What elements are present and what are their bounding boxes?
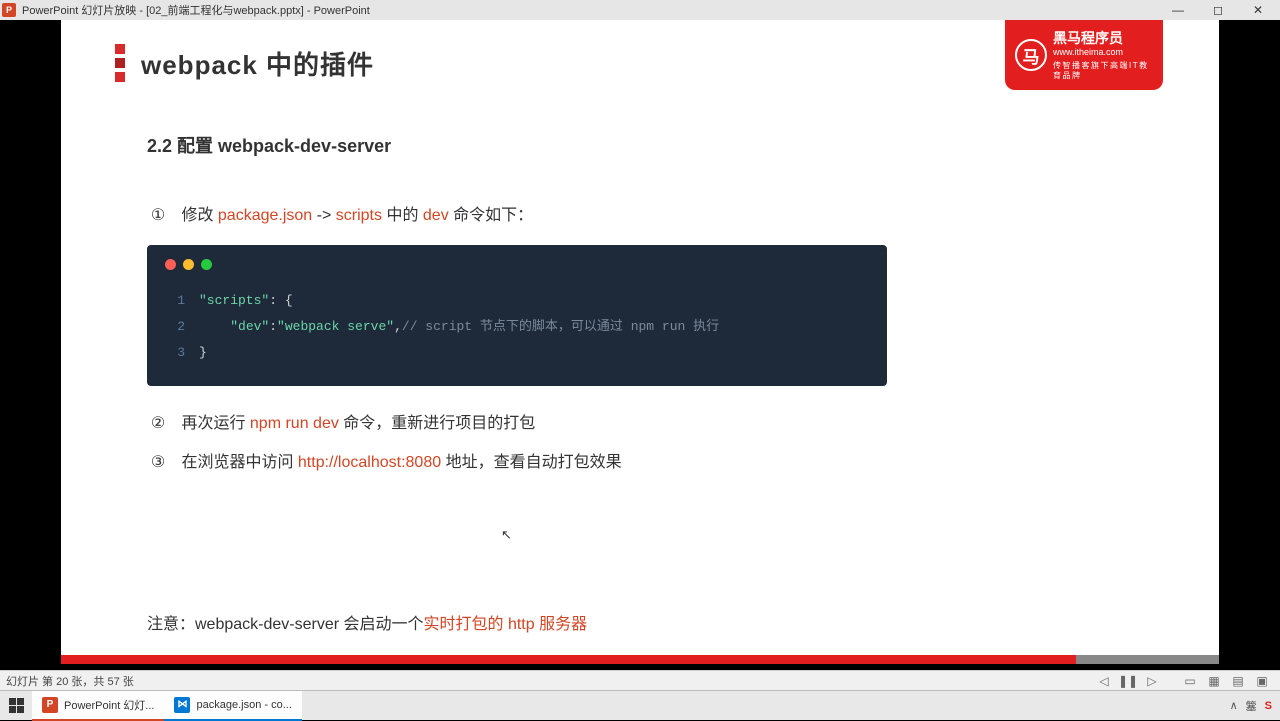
mouse-cursor-icon: ↖ [501,527,512,543]
code-line-1: 1"scripts": { [165,288,869,314]
slide-title: webpack 中的插件 [141,45,374,82]
powerpoint-icon: P [2,3,16,17]
tray-app-icon[interactable]: S [1265,700,1272,712]
traffic-lights-icon [165,259,869,270]
close-button[interactable]: ✕ [1238,0,1278,20]
slide: webpack 中的插件 马 黑马程序员 www.itheima.com 传智播… [61,20,1219,664]
window-controls: — ◻ ✕ [1158,0,1278,20]
title-bar: P PowerPoint 幻灯片放映 - [02_前端工程化与webpack.p… [0,0,1280,20]
prev-slide-button[interactable]: ◁ [1092,671,1116,691]
slide-header: webpack 中的插件 [115,44,374,82]
start-button[interactable] [0,691,32,721]
footer-bar-red [61,655,1076,664]
footer-bar-grey [1076,655,1219,664]
next-slide-button[interactable]: ▷ [1140,671,1164,691]
slide-content: 2.2 配置 webpack-dev-server ① 修改 package.j… [147,132,1133,487]
step-2: ② 再次运行 npm run dev 命令，重新进行项目的打包 [147,410,1133,439]
sorter-view-button[interactable]: ▦ [1202,671,1226,691]
window-title: PowerPoint 幻灯片放映 - [02_前端工程化与webpack.ppt… [22,2,1158,18]
status-bar: 幻灯片 第 20 张，共 57 张 ◁ ❚❚ ▷ ▭ ▦ ▤ ▣ [0,670,1280,690]
brand-text: 黑马程序员 www.itheima.com 传智播客旗下高端IT教育品牌 [1053,29,1153,82]
tray-ime-icon[interactable]: 簺 [1246,698,1257,714]
step-3: ③ 在浏览器中访问 http://localhost:8080 地址，查看自动打… [147,449,1133,478]
pause-button[interactable]: ❚❚ [1116,671,1140,691]
maximize-button[interactable]: ◻ [1198,0,1238,20]
title-bullets-icon [115,44,125,82]
slideshow-stage[interactable]: webpack 中的插件 马 黑马程序员 www.itheima.com 传智播… [0,20,1280,670]
windows-logo-icon [9,698,24,713]
taskbar-item-vscode[interactable]: ⋈ package.json - co... [164,691,301,721]
code-line-2: 2 "dev": "webpack serve", // script 节点下的… [165,314,869,340]
vscode-icon: ⋈ [174,697,190,713]
normal-view-button[interactable]: ▭ [1178,671,1202,691]
tray-chevron-up-icon[interactable]: ∧ [1230,699,1238,712]
reading-view-button[interactable]: ▤ [1226,671,1250,691]
code-block: 1"scripts": { 2 "dev": "webpack serve", … [147,245,887,386]
powerpoint-icon: P [42,697,58,713]
slide-note: 注意：webpack-dev-server 会启动一个实时打包的 http 服务… [147,610,587,634]
slide-counter: 幻灯片 第 20 张，共 57 张 [6,673,1092,689]
step-1: ① 修改 package.json -> scripts 中的 dev 命令如下… [147,202,1133,231]
code-line-3: 3} [165,340,869,366]
taskbar: P PowerPoint 幻灯... ⋈ package.json - co..… [0,690,1280,720]
brand-logo-icon: 马 [1015,39,1047,71]
slideshow-view-button[interactable]: ▣ [1250,671,1274,691]
taskbar-item-powerpoint[interactable]: P PowerPoint 幻灯... [32,691,164,721]
subtitle: 2.2 配置 webpack-dev-server [147,132,1133,158]
system-tray: ∧ 簺 S [1230,698,1280,714]
minimize-button[interactable]: — [1158,0,1198,20]
brand-badge: 马 黑马程序员 www.itheima.com 传智播客旗下高端IT教育品牌 [1005,20,1163,90]
